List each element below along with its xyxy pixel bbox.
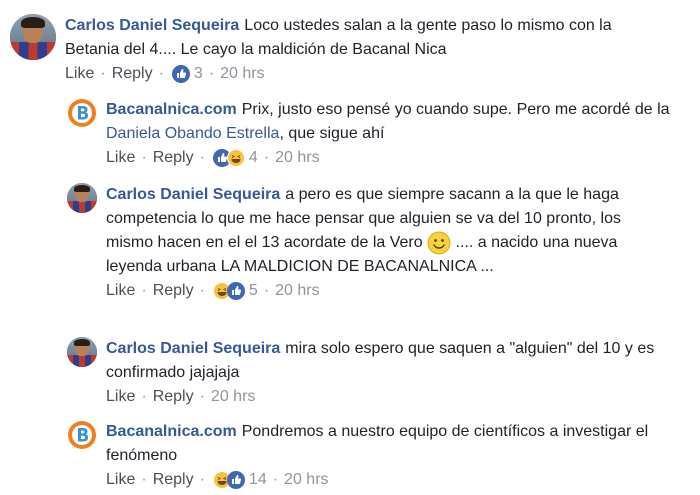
comment-actions: Like · Reply · 3 · 20 hrs (65, 63, 665, 85)
separator: · (208, 65, 215, 82)
comment-actions: Like · Reply · 20 hrs (106, 386, 681, 408)
avatar[interactable] (67, 337, 97, 367)
avatar[interactable] (67, 98, 97, 128)
reactions[interactable]: 5 (212, 280, 258, 302)
separator: · (141, 282, 147, 300)
comment-actions: Like · Reply · 4 · 20 hrs (106, 147, 686, 169)
separator: · (199, 149, 205, 166)
reactions[interactable]: 4 (212, 147, 258, 169)
timestamp[interactable]: 20 hrs (220, 63, 264, 85)
smile-emoji-icon (427, 231, 451, 255)
comment-author[interactable]: Bacanalnica.com (106, 423, 237, 440)
like-link[interactable]: Like (106, 147, 135, 169)
separator: · (199, 388, 205, 405)
comment-body: Prix, justo eso pensé yo cuando supe. Pe… (241, 101, 670, 118)
comment-author[interactable]: Carlos Daniel Sequeira (65, 17, 239, 34)
comment: Carlos Daniel Sequeira Loco ustedes salan… (10, 14, 665, 85)
reply-comment: Bacanalnica.com Pondremos a nuestro equip… (67, 420, 666, 491)
reply-comment: Carlos Daniel Sequeira a pero es que siem… (67, 183, 671, 302)
separator: · (141, 388, 147, 405)
timestamp[interactable]: 20 hrs (275, 280, 319, 302)
reaction-count: 14 (248, 471, 267, 488)
separator: · (141, 149, 147, 166)
bacanalnica-logo (68, 99, 96, 127)
mention-link[interactable]: Daniela Obando Estrella (106, 125, 279, 142)
reply-link[interactable]: Reply (153, 386, 194, 408)
reaction-count: 4 (248, 149, 258, 166)
separator: · (100, 65, 106, 82)
bacanalnica-logo (68, 421, 96, 449)
comment-text: Bacanalnica.com Prix, justo eso pensé yo … (106, 98, 686, 146)
separator: · (158, 65, 164, 82)
reply-comment: Bacanalnica.com Prix, justo eso pensé yo … (67, 98, 686, 169)
thumbs-up-icon (226, 282, 245, 301)
comment-actions: Like · Reply · 5 · 20 hrs (106, 280, 671, 302)
timestamp[interactable]: 20 hrs (275, 147, 319, 169)
thumbs-up-icon (171, 65, 190, 83)
comment-author[interactable]: Bacanalnica.com (106, 101, 237, 118)
like-link[interactable]: Like (106, 386, 135, 408)
thumbs-up-icon (226, 471, 245, 489)
comment-body-end: , que sigue ahí (279, 125, 385, 142)
avatar[interactable] (67, 420, 97, 450)
reaction-count: 5 (248, 282, 258, 300)
reply-link[interactable]: Reply (153, 147, 194, 169)
comment-author[interactable]: Carlos Daniel Sequeira (106, 340, 280, 357)
avatar[interactable] (10, 14, 56, 60)
haha-emoji-icon (226, 149, 245, 167)
separator: · (263, 282, 270, 300)
like-link[interactable]: Like (106, 280, 135, 302)
avatar[interactable] (67, 183, 97, 213)
comment-text: Bacanalnica.com Pondremos a nuestro equip… (106, 420, 666, 468)
reply-link[interactable]: Reply (112, 63, 153, 85)
comment-text: Carlos Daniel Sequeira mira solo espero q… (106, 337, 681, 385)
reply-link[interactable]: Reply (153, 469, 194, 491)
separator: · (272, 471, 279, 488)
reactions[interactable]: 14 (212, 469, 267, 491)
comment-text: Carlos Daniel Sequeira Loco ustedes salan… (65, 14, 665, 62)
comment-author[interactable]: Carlos Daniel Sequeira (106, 186, 280, 203)
separator: · (263, 149, 270, 166)
reactions[interactable]: 3 (171, 63, 203, 85)
separator: · (141, 471, 147, 488)
reaction-count: 3 (193, 65, 203, 82)
reply-comment: Carlos Daniel Sequeira mira solo espero q… (67, 337, 681, 408)
timestamp[interactable]: 20 hrs (211, 386, 255, 408)
comment-actions: Like · Reply · 14 · 20 hrs (106, 469, 666, 491)
timestamp[interactable]: 20 hrs (284, 469, 328, 491)
separator: · (199, 471, 205, 488)
like-link[interactable]: Like (106, 469, 135, 491)
comment-text: Carlos Daniel Sequeira a pero es que siem… (106, 183, 671, 279)
comment-thread: Carlos Daniel Sequeira Loco ustedes salan… (0, 0, 700, 495)
separator: · (199, 282, 205, 300)
like-link[interactable]: Like (65, 63, 94, 85)
reply-link[interactable]: Reply (153, 280, 194, 302)
